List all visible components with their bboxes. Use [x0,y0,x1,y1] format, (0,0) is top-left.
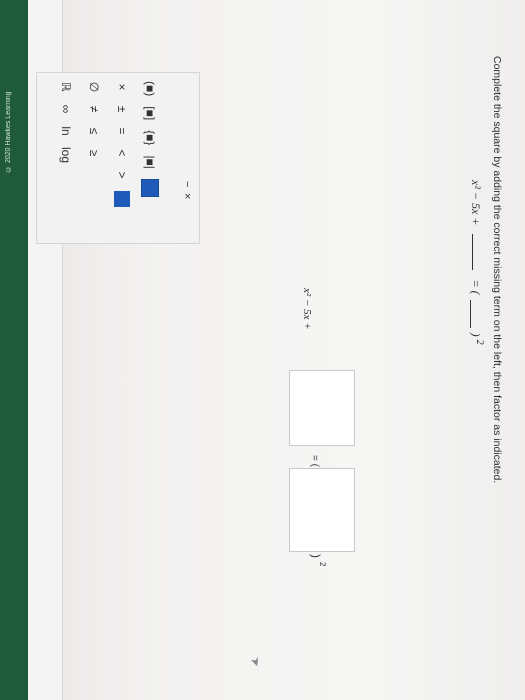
not-equal-button[interactable]: ≠ [87,103,101,115]
brackets-button[interactable]: [■] [143,106,157,120]
work-equation-exponent: 2 [318,562,327,567]
work-equation-left: x² − 5x + [301,288,313,330]
equals-button[interactable]: = [115,125,129,137]
factor-input[interactable] [289,468,355,552]
ln-button[interactable]: ln [59,125,73,137]
top-eq-open-paren: ( [469,290,483,295]
top-eq-paren-box [470,299,483,328]
question-content: Complete the square by adding the correc… [0,0,525,700]
math-toolbar: − × (■) [■] {■} |■| × ± = < > ∅ ≠ ≤ ≥ ℝ … [36,72,200,244]
empty-set-button[interactable]: ∅ [87,81,101,93]
parentheses-button[interactable]: (■) [143,81,157,96]
top-eq-blank [472,234,483,271]
toolbar-row-relations: ∅ ≠ ≤ ≥ [83,73,105,243]
top-equation: x² − 5x + = ( ) 2 [468,180,485,345]
infinity-button[interactable]: ∞ [59,103,73,115]
real-numbers-button[interactable]: ℝ [59,81,73,93]
work-equation-equals: = ( [309,455,320,467]
minimize-toolbar-button[interactable]: − [181,181,193,187]
greater-than-button[interactable]: > [115,169,129,181]
less-than-button[interactable]: < [115,147,129,159]
times-button[interactable]: × [115,81,129,93]
toolbar-row-functions: ℝ ∞ ln log [55,73,77,243]
log-button[interactable]: log [59,147,73,163]
less-equal-button[interactable]: ≤ [87,125,101,137]
question-text: Complete the square by adding the correc… [491,56,503,484]
mouse-cursor-icon: ➤ [247,654,265,670]
top-eq-close-paren: ) [469,332,483,337]
top-eq-equals: = [469,279,483,288]
close-toolbar-button[interactable]: × [181,193,193,199]
radical-icon[interactable] [114,191,130,207]
top-eq-left: x² − 5x + [469,180,483,226]
plus-minus-button[interactable]: ± [115,103,129,115]
braces-button[interactable]: {■} [143,130,157,145]
toolbar-row-ops: × ± = < > [111,73,133,243]
absolute-value-button[interactable]: |■| [143,155,157,168]
work-equation-close-paren: ) [309,554,323,558]
missing-term-input[interactable] [289,370,355,446]
top-eq-exponent: 2 [474,339,485,345]
rotated-screen: Complete the square by adding the correc… [0,0,525,700]
greater-equal-button[interactable]: ≥ [87,147,101,159]
fraction-icon[interactable] [141,178,159,197]
toolbar-row-brackets: (■) [■] {■} |■| [139,73,161,243]
